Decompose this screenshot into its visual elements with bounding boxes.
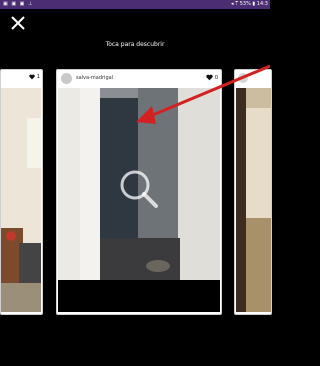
heart-icon <box>206 74 213 81</box>
card-center-likes[interactable]: 0 <box>206 74 218 81</box>
card-center-likes-count: 0 <box>214 74 218 81</box>
card-right-photo <box>236 88 271 312</box>
search-icon <box>120 170 158 208</box>
card-center-photo[interactable] <box>58 88 220 280</box>
card-left-likes-count: 1 <box>36 74 40 80</box>
card-right-header <box>235 70 271 88</box>
avatar <box>238 73 248 83</box>
card-left[interactable]: 1 <box>0 69 43 315</box>
card-center-footer <box>58 280 220 312</box>
card-center-header: salva-madrigal 0 <box>57 70 221 88</box>
card-left-likes: 1 <box>29 74 40 80</box>
card-center[interactable]: salva-madrigal 0 <box>56 69 222 315</box>
page-title: Toca para descubrir <box>105 41 165 48</box>
close-button[interactable] <box>9 14 27 32</box>
close-icon <box>11 16 25 30</box>
card-right[interactable] <box>234 69 272 315</box>
card-username[interactable]: salva-madrigal <box>76 75 113 81</box>
status-right-info: ◂ ⍑ 53% ▮ 14:3 <box>231 1 268 7</box>
status-left-icons: ▣ ▣ ▣ ⊥ <box>3 1 34 7</box>
status-bar: ▣ ▣ ▣ ⊥ ◂ ⍑ 53% ▮ 14:3 <box>0 0 270 9</box>
avatar[interactable] <box>61 73 72 84</box>
card-left-photo <box>1 88 41 312</box>
heart-icon <box>29 74 35 80</box>
card-left-header: 1 <box>1 70 42 88</box>
